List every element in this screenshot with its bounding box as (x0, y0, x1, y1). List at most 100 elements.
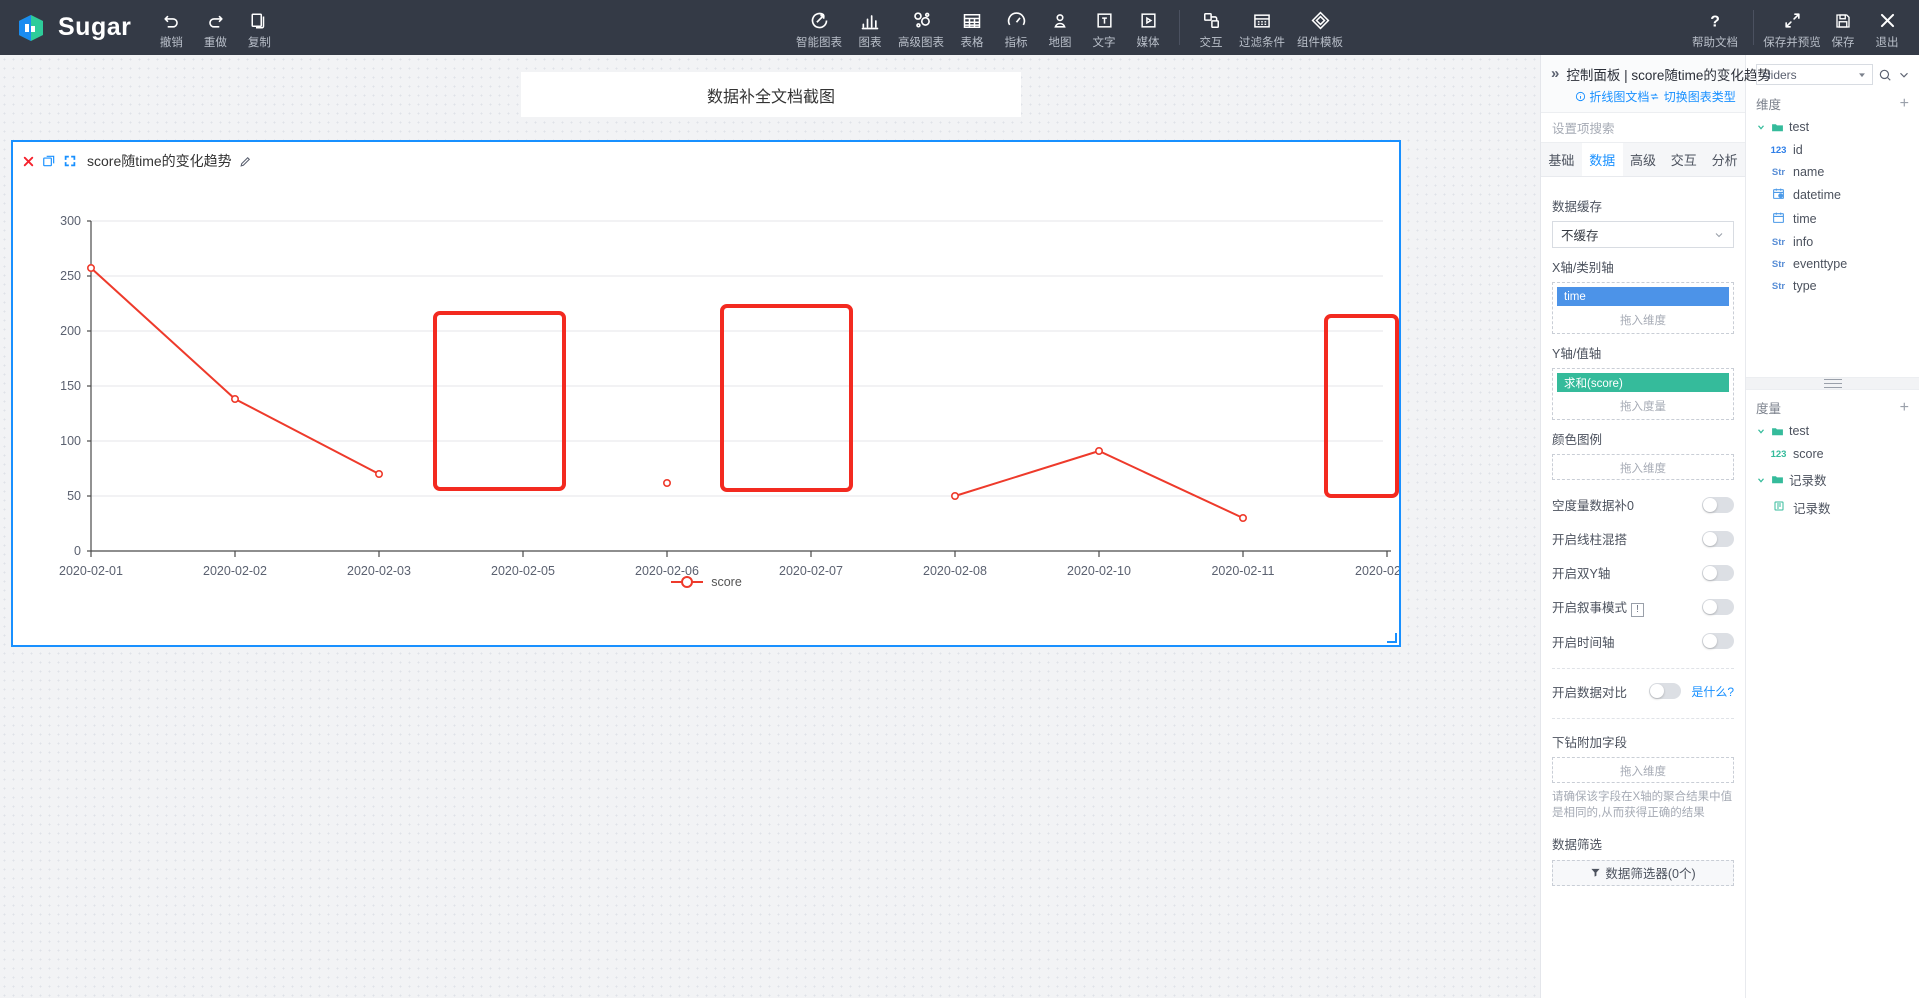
delete-x-icon[interactable] (22, 155, 35, 168)
text-button[interactable]: 文字 (1082, 0, 1126, 55)
tab-data[interactable]: 数据 (1581, 143, 1623, 176)
measure-field-score[interactable]: 123 score (1746, 443, 1919, 465)
switch-chart-type-button[interactable]: 切换图表类型 (1649, 88, 1736, 105)
dashboard-canvas[interactable]: 数据补全文档截图 score随time的变化趋势 300 250 200 150… (0, 55, 1540, 998)
redo-icon (206, 10, 225, 32)
chart-button[interactable]: 图表 (848, 0, 892, 55)
exit-button[interactable]: 退出 (1865, 0, 1909, 55)
map-button[interactable]: 地图 (1038, 0, 1082, 55)
annotation-box-2020-02-05 (433, 311, 566, 491)
save-button[interactable]: 保存 (1821, 0, 1865, 55)
chevron-down-icon[interactable] (1897, 68, 1911, 82)
data-settings-body[interactable]: 数据缓存 不缓存 X轴/类别轴 time 拖入维度 Y轴/值轴 求和(score… (1541, 177, 1745, 998)
interaction-button[interactable]: 交互 (1189, 0, 1233, 55)
drill-extra-field-dropzone[interactable]: 拖入维度 (1552, 756, 1734, 783)
field-type-number-icon: 123 (1770, 144, 1787, 156)
dimension-field-eventtype[interactable]: Str eventtype (1746, 253, 1919, 275)
narrative-info-badge[interactable]: ! (1631, 602, 1645, 617)
y-axis-chip-sum-score[interactable]: 求和(score) (1557, 373, 1729, 392)
redo-button[interactable]: 重做 (193, 0, 237, 55)
collapse-panel-icon[interactable]: » (1551, 66, 1559, 81)
toggle-data-compare[interactable] (1649, 683, 1682, 699)
measure-group-record-count[interactable]: 记录数 (1746, 465, 1919, 494)
dimension-field-name[interactable]: Str name (1746, 161, 1919, 183)
dimension-field-type[interactable]: Str type (1746, 275, 1919, 297)
toggle-timeline[interactable] (1702, 633, 1734, 649)
brand-logo-area[interactable]: Sugar (0, 0, 149, 55)
x-axis-label: X轴/类别轴 (1552, 261, 1614, 275)
dimension-field-id[interactable]: 123 id (1746, 139, 1919, 161)
line-chart-svg: 300250 200150 10050 0 2020-02-01 2020-02… (59, 214, 1399, 578)
data-filter-button-label: 数据筛选器(0个) (1605, 867, 1696, 881)
advanced-chart-button[interactable]: 高级图表 (892, 0, 950, 55)
settings-search-input[interactable]: 设置项搜索 (1541, 113, 1745, 143)
data-compare-help-link[interactable]: 是什么? (1691, 683, 1734, 700)
dimension-field-info[interactable]: Str info (1746, 231, 1919, 253)
dimension-field-datetime[interactable]: datetime (1746, 183, 1919, 207)
data-filter-label: 数据筛选 (1552, 837, 1603, 852)
save-and-preview-button[interactable]: 保存并预览 (1763, 0, 1821, 55)
refresh-swap-icon (1651, 93, 1659, 100)
settings-search-placeholder: 设置项搜索 (1552, 122, 1615, 136)
component-template-button[interactable]: 组件模板 (1291, 0, 1349, 55)
document-title-widget[interactable]: 数据补全文档截图 (521, 72, 1021, 117)
data-cache-select[interactable]: 不缓存 (1552, 221, 1734, 248)
tab-interaction[interactable]: 交互 (1663, 143, 1704, 176)
data-filter-button[interactable]: 数据筛选器(0个) (1552, 859, 1734, 886)
help-doc-button[interactable]: ? 帮助文档 (1686, 0, 1744, 55)
field-panel-resize-grip[interactable] (1746, 377, 1919, 390)
switch-chart-type-label: 切换图表类型 (1663, 90, 1736, 104)
dimension-field-label: time (1793, 212, 1817, 226)
add-measure-button[interactable]: + (1900, 399, 1909, 415)
chart-plot-area[interactable]: 300 250 200 150 100 50 0 2020-02-01 2020-02… (13, 171, 1399, 611)
toggle-label-narrative: 开启叙事模式 (1552, 601, 1628, 615)
datasource-row: sliders (1746, 55, 1919, 92)
search-icon[interactable] (1878, 68, 1892, 82)
color-legend-dropzone[interactable]: 拖入维度 (1552, 454, 1734, 480)
toggle-narrative[interactable] (1702, 598, 1734, 615)
measure-field-record-count[interactable]: 记录数 (1746, 494, 1919, 521)
table-button[interactable]: 表格 (950, 0, 994, 55)
chart-widget[interactable]: score随time的变化趋势 300 250 200 150 100 50 0… (11, 140, 1401, 647)
tab-advanced[interactable]: 高级 (1623, 143, 1664, 176)
drill-extra-field-note: 请确保该字段在X轴的聚合结果中值是相同的,从而获得正确的结果 (1552, 790, 1733, 819)
control-panel-title: 控制面板 | score随time的变化趋势 (1566, 68, 1771, 83)
duplicate-icon[interactable] (42, 154, 56, 168)
field-type-datetime-icon (1770, 187, 1787, 203)
chart-y-tick-labels: 300 250 200 150 100 50 0 (60, 214, 81, 558)
datasource-select[interactable]: sliders (1756, 64, 1873, 85)
copy-button[interactable]: 复制 (237, 0, 281, 55)
toggle-fill-zero[interactable] (1702, 496, 1734, 513)
sugar-logo-icon (16, 13, 46, 43)
toggle-label-fill-zero: 空度量数据补0 (1552, 499, 1634, 513)
measure-group-test[interactable]: test (1746, 419, 1919, 443)
chart-resize-handle[interactable] (1387, 633, 1397, 643)
y-axis-dropzone[interactable]: 求和(score) 拖入度量 (1552, 368, 1734, 420)
metric-button[interactable]: 指标 (994, 0, 1038, 55)
dimension-field-time[interactable]: time (1746, 207, 1919, 231)
smart-chart-button[interactable]: 智能图表 (790, 0, 848, 55)
filter-condition-button[interactable]: 过滤条件 (1233, 0, 1291, 55)
funnel-icon (1591, 868, 1600, 877)
measure-field-label: score (1793, 447, 1824, 461)
dimension-group-test[interactable]: test (1746, 115, 1919, 139)
chart-legend[interactable]: score (13, 575, 1399, 589)
insert-tool-group: 智能图表 图表 高级图表 表格 指标 地图 文字 媒体 交互 过滤条件 组件模板 (790, 0, 1349, 55)
folder-icon (1772, 427, 1783, 435)
x-axis-dropzone[interactable]: time 拖入维度 (1552, 282, 1734, 334)
undo-button[interactable]: 撤销 (149, 0, 193, 55)
toggle-line-bar-mix[interactable] (1702, 530, 1734, 547)
fullscreen-icon[interactable] (63, 154, 77, 168)
tab-analysis[interactable]: 分析 (1704, 143, 1745, 176)
dimension-group-label: test (1789, 120, 1810, 134)
toggle-dual-y[interactable] (1702, 564, 1734, 581)
edit-pencil-icon[interactable] (239, 155, 252, 168)
add-dimension-button[interactable]: + (1900, 95, 1909, 111)
x-axis-chip-time[interactable]: time (1557, 287, 1729, 306)
line-chart-doc-link[interactable]: 折线图文档 (1575, 88, 1649, 105)
tab-basic[interactable]: 基础 (1541, 143, 1582, 176)
chart-label: 图表 (858, 36, 882, 49)
chevron-down-icon (1758, 477, 1764, 483)
media-button[interactable]: 媒体 (1126, 0, 1170, 55)
folder-icon (1772, 123, 1783, 131)
